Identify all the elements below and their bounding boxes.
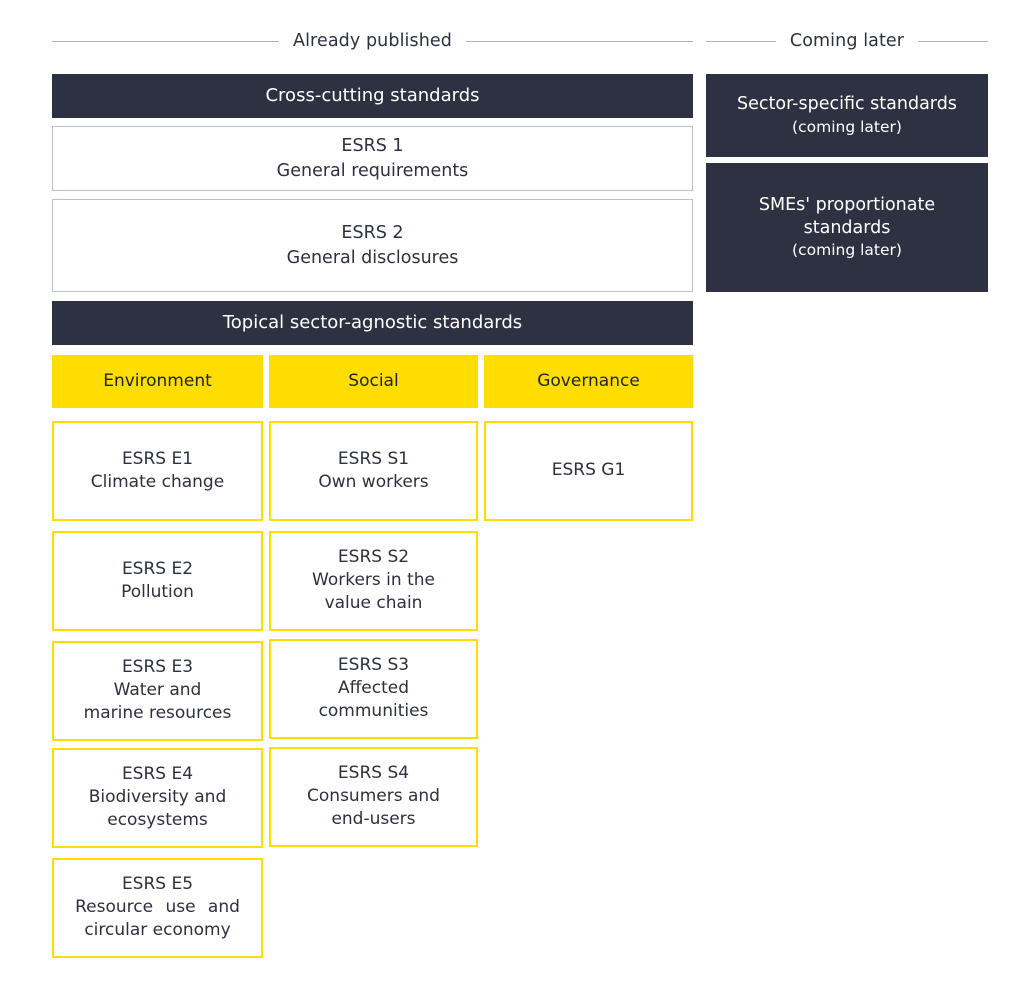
card-esrs-s4[interactable]: ESRS S4 Consumers and end-users [269, 747, 478, 847]
section-caption-coming-later: Coming later [706, 30, 988, 52]
standard-code: ESRS 2 [341, 223, 404, 244]
card-sector-specific-standards[interactable]: Sector-specific standards (coming later) [706, 74, 988, 157]
band-cross-cutting-standards: Cross-cutting standards [52, 74, 693, 118]
standard-code: ESRS E2 [121, 558, 194, 579]
category-header-social[interactable]: Social [269, 355, 478, 408]
caption-rule-right [466, 40, 694, 42]
category-label: Social [348, 370, 399, 391]
card-esrs-g1[interactable]: ESRS G1 [484, 421, 693, 521]
standard-code: ESRS S1 [337, 448, 410, 469]
standard-name: Climate change [90, 471, 225, 492]
standard-name: General requirements [276, 160, 469, 181]
card-esrs-1[interactable]: ESRS 1 General requirements [52, 126, 693, 191]
card-smes-proportionate-standards[interactable]: SMEs' proportionate standards (coming la… [706, 163, 988, 292]
standard-code: ESRS S3 [337, 655, 410, 676]
standard-name-line-2: communities [318, 700, 429, 721]
card-esrs-2[interactable]: ESRS 2 General disclosures [52, 199, 693, 292]
section-caption-label: Coming later [789, 31, 905, 51]
card-title: Sector-specific standards [737, 94, 957, 115]
card-subtitle: (coming later) [792, 240, 902, 259]
band-label: Topical sector-agnostic standards [222, 312, 523, 334]
standard-code: ESRS S4 [337, 763, 410, 784]
card-esrs-e3[interactable]: ESRS E3 Water and marine resources [52, 641, 263, 741]
card-esrs-e1[interactable]: ESRS E1 Climate change [52, 421, 263, 521]
category-header-environment[interactable]: Environment [52, 355, 263, 408]
card-esrs-e4[interactable]: ESRS E4 Biodiversity and ecosystems [52, 748, 263, 848]
category-header-governance[interactable]: Governance [484, 355, 693, 408]
standard-name: Own workers [318, 471, 429, 492]
standard-code: ESRS E3 [121, 657, 194, 678]
standard-name-line-1: Water and [113, 680, 202, 701]
section-caption-already-published: Already published [52, 30, 694, 52]
card-esrs-s2[interactable]: ESRS S2 Workers in the value chain [269, 531, 478, 631]
standard-code: ESRS S2 [337, 547, 410, 568]
band-label: Cross-cutting standards [265, 85, 480, 107]
card-subtitle: (coming later) [792, 117, 902, 136]
standard-code: ESRS 1 [341, 136, 404, 157]
caption-rule-right [918, 40, 988, 42]
esrs-architecture-diagram: Already published Coming later Cross-cut… [0, 0, 1024, 990]
standard-name: Pollution [121, 581, 194, 602]
card-esrs-e5[interactable]: ESRS E5 Resource use and circular econom… [52, 858, 263, 958]
card-title-line-2: standards [803, 217, 891, 238]
caption-rule-left [52, 40, 280, 42]
category-label: Governance [537, 370, 640, 391]
standard-name: General disclosures [286, 247, 459, 268]
card-esrs-s3[interactable]: ESRS S3 Affected communities [269, 639, 478, 739]
card-esrs-e2[interactable]: ESRS E2 Pollution [52, 531, 263, 631]
standard-name-line-1: Workers in the [312, 570, 435, 591]
standard-code: ESRS E5 [121, 874, 194, 895]
category-label: Environment [103, 370, 212, 391]
section-caption-label: Already published [293, 31, 452, 51]
standard-name-line-2: value chain [324, 592, 423, 613]
standard-name-line-1: Biodiversity and [88, 787, 227, 808]
standard-code: ESRS G1 [551, 460, 626, 481]
standard-name-line-1: Affected [337, 678, 410, 699]
standard-code: ESRS E4 [121, 764, 194, 785]
standard-name-line-2: circular economy [84, 919, 231, 940]
band-topical-sector-agnostic-standards: Topical sector-agnostic standards [52, 301, 693, 345]
standard-name-line-2: end-users [331, 808, 416, 829]
caption-rule-left [706, 40, 776, 42]
standard-name-line-1: Resource use and [75, 897, 240, 918]
standard-name-line-2: ecosystems [107, 809, 208, 830]
standard-code: ESRS E1 [121, 448, 194, 469]
standard-name-line-1: Consumers and [307, 786, 440, 807]
card-esrs-s1[interactable]: ESRS S1 Own workers [269, 421, 478, 521]
standard-name-line-2: marine resources [83, 702, 232, 723]
card-title-line-1: SMEs' proportionate [758, 195, 936, 216]
